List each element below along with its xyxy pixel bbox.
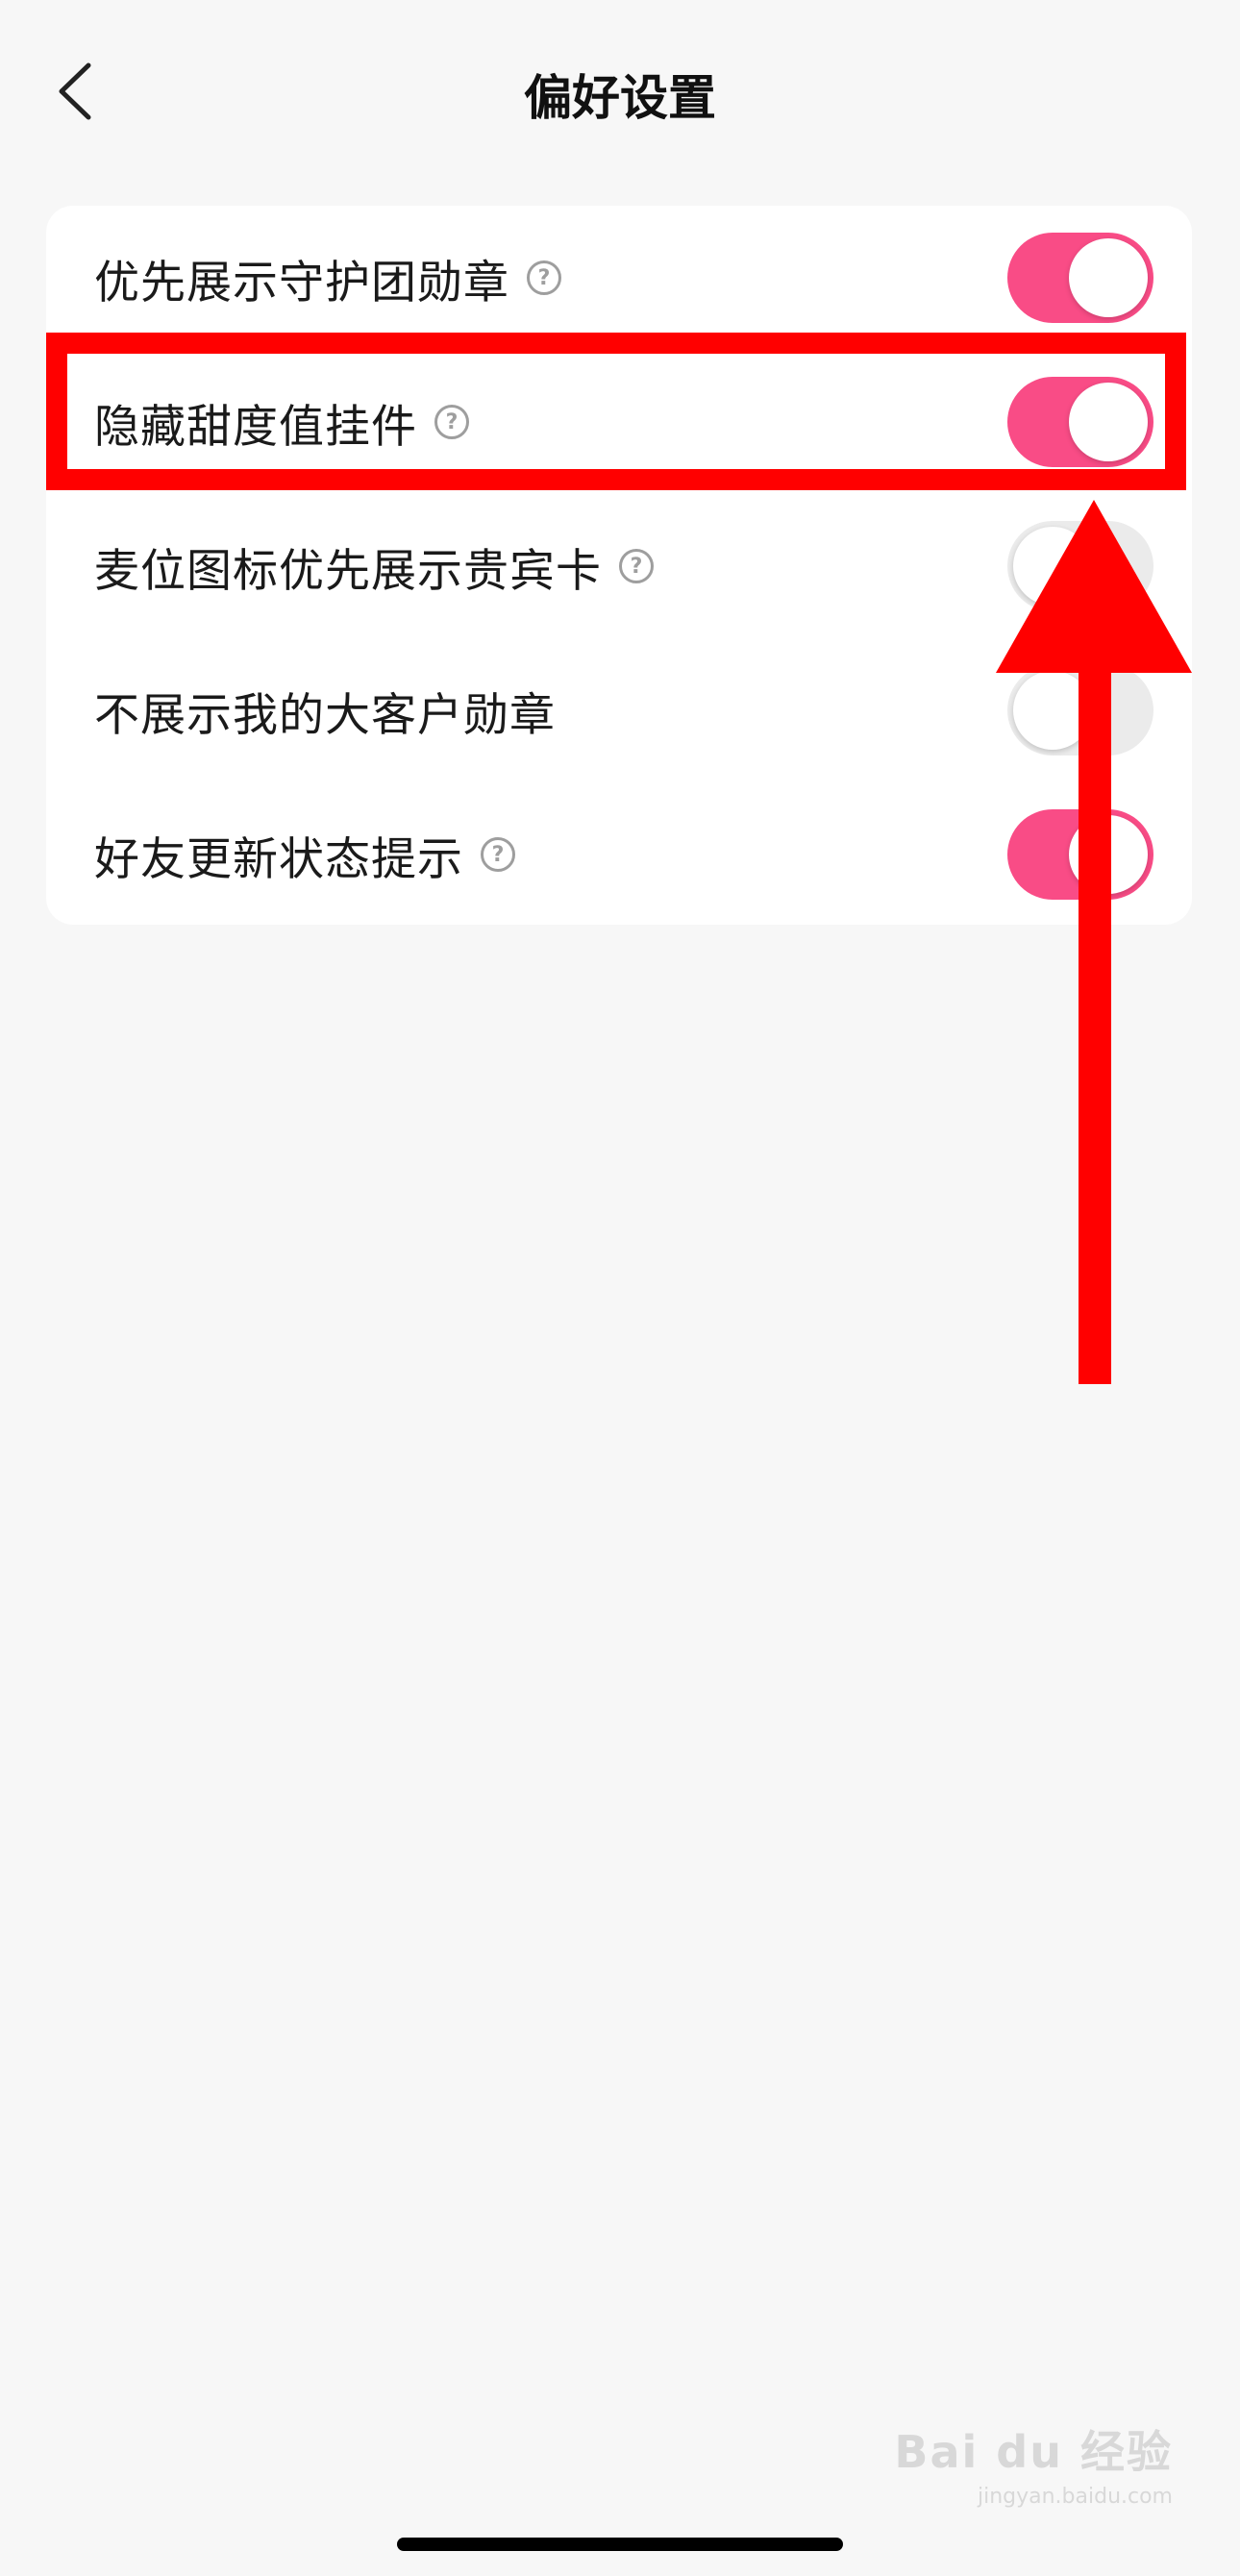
setting-label: 不展示我的大客户勋章: [94, 688, 556, 742]
help-icon[interactable]: ?: [527, 260, 561, 295]
setting-label: 麦位图标优先展示贵宾卡: [94, 544, 602, 598]
annotation-highlight-box: [46, 333, 1186, 490]
watermark-url: jingyan.baidu.com: [977, 2485, 1173, 2509]
top-nav-bar: 偏好设置: [0, 29, 1240, 154]
setting-row-guard-badge: 优先展示守护团勋章 ?: [46, 206, 1192, 350]
setting-label: 优先展示守护团勋章: [94, 256, 509, 310]
help-icon[interactable]: ?: [481, 837, 515, 872]
annotation-arrow-up-icon: [996, 500, 1192, 1384]
home-indicator[interactable]: [397, 2538, 843, 2551]
toggle-guard-badge[interactable]: [1007, 233, 1153, 323]
toggle-knob: [1069, 238, 1148, 317]
watermark-logo: Bai du 经验: [894, 2426, 1173, 2478]
watermark: Bai du 经验 jingyan.baidu.com: [894, 2417, 1173, 2509]
setting-label: 好友更新状态提示: [94, 832, 463, 886]
help-icon[interactable]: ?: [619, 549, 654, 583]
page-title: 偏好设置: [524, 70, 716, 126]
